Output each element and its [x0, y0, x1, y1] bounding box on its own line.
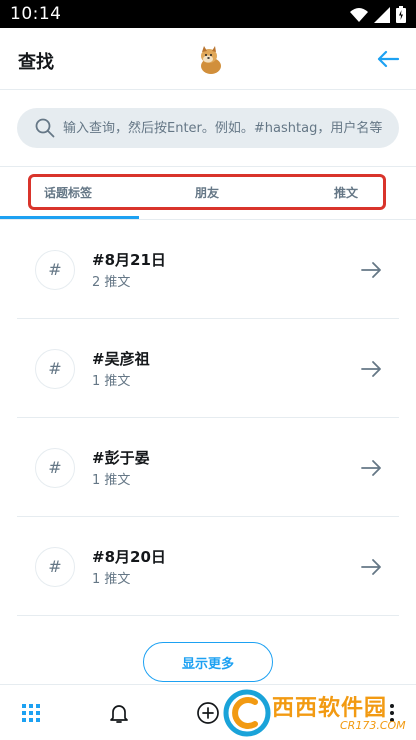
arrow-right-icon[interactable]: [359, 456, 383, 480]
watermark-title: 西西软件园: [272, 696, 388, 721]
signal-icon: [374, 6, 390, 23]
add-circle-icon[interactable]: [196, 701, 220, 725]
hashtag-title: #8月21日: [92, 251, 166, 269]
arrow-right-icon[interactable]: [359, 258, 383, 282]
status-time: 10:14: [10, 4, 62, 24]
hashtag-icon: #: [35, 448, 75, 488]
search-input[interactable]: [63, 108, 393, 148]
tab-tweets[interactable]: 推文: [334, 184, 358, 201]
watermark: 西西软件园 CR173.COM: [222, 686, 416, 740]
arrow-right-icon[interactable]: [359, 357, 383, 381]
search-bar[interactable]: [17, 108, 399, 148]
hashtag-title: #彭于晏: [92, 449, 150, 467]
grid-icon[interactable]: [19, 701, 43, 725]
page-title: 查找: [18, 52, 54, 73]
top-app-bar: 查找: [0, 28, 416, 90]
list-item[interactable]: # #8月21日 2 推文: [17, 220, 399, 319]
tab-bar: 话题标签 朋友 推文: [28, 174, 386, 210]
hashtag-count: 1 推文: [92, 473, 131, 488]
hashtag-count: 1 推文: [92, 374, 131, 389]
hashtag-icon: #: [35, 349, 75, 389]
status-icons: [350, 6, 406, 23]
search-icon: [35, 118, 55, 138]
hashtag-title: #8月20日: [92, 548, 166, 566]
list-item[interactable]: # #彭于晏 1 推文: [17, 418, 399, 517]
show-more-button[interactable]: 显示更多: [143, 642, 273, 682]
status-bar: 10:14: [0, 0, 416, 28]
hashtag-icon: #: [35, 250, 75, 290]
wifi-icon: [350, 7, 368, 22]
bell-icon[interactable]: [107, 701, 131, 725]
list-item[interactable]: # #8月20日 1 推文: [17, 517, 399, 616]
divider: [0, 166, 416, 167]
list-item[interactable]: # #吴彦祖 1 推文: [17, 319, 399, 418]
tab-hashtags[interactable]: 话题标签: [44, 184, 92, 201]
tab-friends[interactable]: 朋友: [195, 184, 219, 201]
battery-icon: [396, 6, 406, 23]
arrow-right-icon[interactable]: [359, 555, 383, 579]
hashtag-icon: #: [35, 547, 75, 587]
avatar[interactable]: [196, 44, 226, 74]
hashtag-title: #吴彦祖: [92, 350, 150, 368]
hashtag-count: 1 推文: [92, 572, 131, 587]
watermark-logo-icon: [223, 689, 271, 737]
hashtag-count: 2 推文: [92, 275, 131, 290]
watermark-domain: CR173.COM: [340, 719, 406, 732]
back-arrow-icon[interactable]: [374, 45, 402, 73]
